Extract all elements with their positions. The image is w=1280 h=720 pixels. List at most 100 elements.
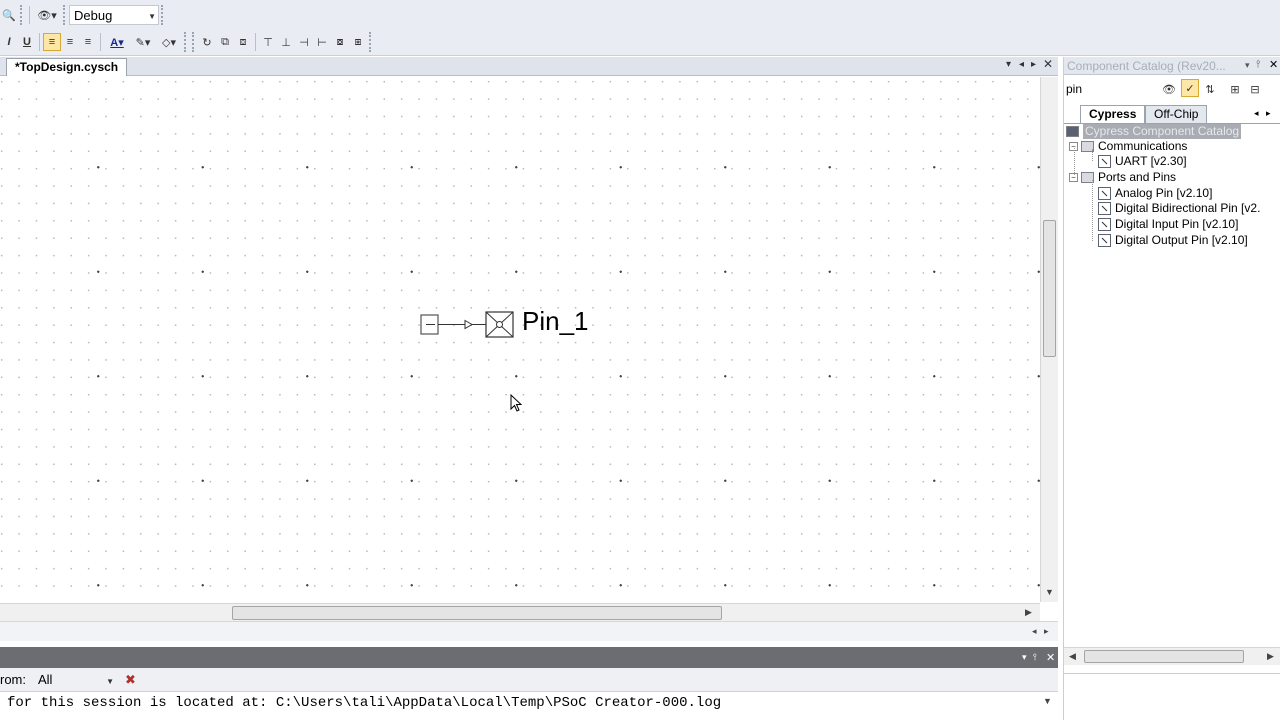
tabs-scroll-right-icon[interactable]: ▸ [1266, 108, 1271, 119]
catalog-icon [1066, 126, 1079, 137]
toolbar-grip[interactable] [20, 5, 24, 25]
pin-component[interactable] [415, 305, 525, 345]
tree-group-ports-and-pins[interactable]: − Ports and Pins [1069, 170, 1176, 185]
align-top-icon[interactable]: ⊤ [259, 33, 277, 51]
document-tab-bar: *TopDesign.cysch ▾ ◂ ▸ ✕ [0, 57, 1058, 76]
chevron-down-icon[interactable]: ▼ [106, 677, 114, 686]
catalog-scroll-thumb[interactable] [1084, 650, 1244, 663]
scroll-right-icon[interactable]: ▶ [1267, 651, 1274, 662]
component-icon [1098, 155, 1111, 168]
filter-icon[interactable]: ✓ [1181, 79, 1199, 97]
cursor-icon [510, 394, 523, 412]
vertical-scroll-thumb[interactable] [1043, 220, 1056, 357]
tree-item-label: Digital Bidirectional Pin [v2. [1115, 201, 1261, 215]
toolbar-grip[interactable] [63, 5, 67, 25]
catalog-pin-icon[interactable]: ⫯ [1256, 59, 1260, 70]
distribute-icon[interactable]: ⊢ [313, 33, 331, 51]
group-icon[interactable]: ⧉ [216, 33, 234, 51]
catalog-search-input[interactable]: pin [1066, 82, 1082, 96]
align-bottom-icon[interactable]: ⊣ [295, 33, 313, 51]
tree-item-label: Digital Input Pin [v2.10] [1115, 217, 1239, 231]
expand-all-icon[interactable]: ⊞ [1226, 80, 1244, 98]
scroll-left-icon[interactable]: ◀ [1069, 651, 1076, 662]
pin-arrow [464, 319, 474, 330]
tree-root-label: Cypress Component Catalog [1083, 124, 1242, 139]
sheet-prev-icon[interactable]: ◂ [1032, 626, 1037, 637]
toolbar-grip[interactable] [161, 5, 165, 25]
toolbar-grip[interactable] [192, 32, 196, 52]
canvas-vertical-scrollbar[interactable]: ▼ [1040, 77, 1058, 602]
tree-root[interactable]: Cypress Component Catalog [1066, 124, 1242, 139]
toolbar-separator [29, 6, 30, 24]
component-label[interactable]: Pin_1 [522, 306, 589, 337]
italic-icon[interactable]: I [0, 33, 18, 51]
chevron-down-icon[interactable]: ▼ [148, 12, 156, 21]
toolbar-separator [100, 33, 101, 51]
tab-scroll-left-icon[interactable]: ◂ [1019, 59, 1024, 70]
highlight-icon[interactable]: ✎▾ [130, 33, 156, 51]
sort-icon[interactable]: ⇅ [1201, 80, 1219, 98]
tab-scroll-right-icon[interactable]: ▸ [1031, 59, 1036, 70]
align-right-icon[interactable]: ≡ [79, 33, 97, 51]
component-icon [1098, 187, 1111, 200]
scroll-down-icon[interactable]: ▼ [1045, 587, 1054, 597]
toolbar-grip[interactable] [184, 32, 188, 52]
catalog-search-bar: pin 👁 ✓ ⇅ ⊞ ⊟ [1064, 78, 1280, 100]
configuration-value: Debug [74, 7, 113, 23]
catalog-dropdown-icon[interactable]: ▾ [1245, 60, 1250, 71]
ungroup-icon[interactable]: ⧈ [234, 33, 252, 51]
output-close-icon[interactable]: ✕ [1046, 651, 1055, 664]
tree-item-label: Digital Output Pin [v2.10] [1115, 233, 1248, 247]
tree-item-digital-bidirectional-pin[interactable]: Digital Bidirectional Pin [v2. [1098, 201, 1260, 216]
toolbar-separator [39, 33, 40, 51]
tree-item-digital-output-pin[interactable]: Digital Output Pin [v2.10] [1098, 233, 1248, 248]
catalog-horizontal-scrollbar[interactable]: ◀ ▶ [1064, 647, 1280, 665]
tree-group-communications[interactable]: − Communications [1069, 139, 1187, 154]
tab-topdesign[interactable]: *TopDesign.cysch [6, 58, 128, 76]
configuration-combo[interactable]: Debug ▼ [69, 5, 159, 25]
tree-item-digital-input-pin[interactable]: Digital Input Pin [v2.10] [1098, 217, 1238, 232]
bring-front-icon[interactable]: ⧇ [331, 33, 349, 51]
output-panel-title: ▾ ⫯ ✕ [0, 647, 1058, 668]
catalog-title-text: Component Catalog (Rev20... [1067, 59, 1226, 73]
clear-icon[interactable]: ✖ [125, 672, 136, 688]
toolbar-grip[interactable] [369, 32, 373, 52]
canvas-horizontal-scrollbar[interactable]: ▶ [0, 603, 1040, 621]
tree-connector [1074, 148, 1075, 175]
toolbar-area: 🔍 👁▾ Debug ▼ I U ≡ ≡ ≡ A▾ ✎▾ ◇▾ ↻ ⧉ ⧈ ⊤ … [0, 0, 1280, 56]
pin-icon[interactable]: ⫯ [1033, 652, 1037, 663]
tab-cypress[interactable]: Cypress [1080, 105, 1146, 123]
align-center-icon[interactable]: ≡ [61, 33, 79, 51]
component-icon [1098, 218, 1111, 231]
fill-icon[interactable]: ◇▾ [156, 33, 182, 51]
zoom-icon[interactable]: 🔍 [0, 6, 18, 24]
collapse-all-icon[interactable]: ⊟ [1246, 80, 1264, 98]
tree-item-analog-pin[interactable]: Analog Pin [v2.10] [1098, 186, 1212, 201]
sheet-next-icon[interactable]: ▸ [1044, 626, 1049, 637]
close-icon[interactable]: ✕ [1043, 57, 1053, 71]
font-color-icon[interactable]: A▾ [104, 33, 130, 51]
catalog-close-icon[interactable]: ✕ [1269, 58, 1278, 71]
find-icon[interactable]: 👁▾ [33, 6, 61, 24]
toolbar-row-2: I U ≡ ≡ ≡ A▾ ✎▾ ◇▾ ↻ ⧉ ⧈ ⊤ ⊥ ⊣ ⊢ ⧇ ⧆ [0, 29, 375, 55]
tree-group-label: Ports and Pins [1098, 170, 1177, 184]
filter-combo[interactable]: All ▼ [33, 669, 117, 690]
tree-item-uart[interactable]: UART [v2.30] [1098, 154, 1187, 169]
scroll-right-icon[interactable]: ▶ [1025, 607, 1032, 618]
align-middle-icon[interactable]: ⊥ [277, 33, 295, 51]
output-dropdown-icon[interactable]: ▾ [1022, 652, 1027, 663]
tab-off-chip[interactable]: Off-Chip [1145, 105, 1208, 123]
tabs-scroll-left-icon[interactable]: ◂ [1254, 108, 1259, 119]
output-scroll-down-icon[interactable]: ▼ [1043, 696, 1052, 706]
horizontal-scroll-thumb[interactable] [232, 606, 722, 620]
underline-icon[interactable]: U [18, 33, 36, 51]
tree-item-label: UART [v2.30] [1115, 154, 1187, 168]
tab-dropdown-icon[interactable]: ▾ [1006, 59, 1011, 70]
find-icon[interactable]: 👁 [1160, 80, 1178, 98]
pin-body-center [496, 321, 503, 328]
rotate-icon[interactable]: ↻ [198, 33, 216, 51]
send-back-icon[interactable]: ⧆ [349, 33, 367, 51]
toolbar-separator [255, 33, 256, 51]
output-log-line: for this session is located at: C:\Users… [7, 695, 722, 711]
align-left-icon[interactable]: ≡ [43, 33, 61, 51]
